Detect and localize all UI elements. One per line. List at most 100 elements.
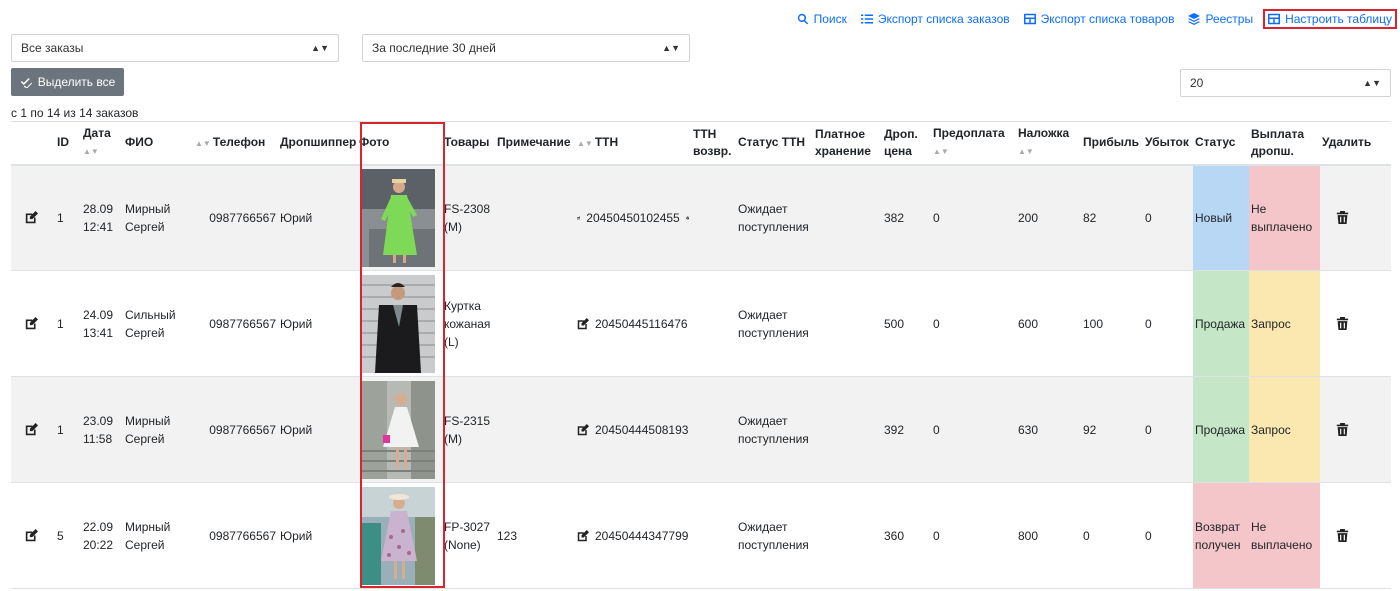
cell-id: 5	[55, 482, 81, 589]
edit-icon[interactable]	[577, 317, 589, 330]
search-link[interactable]: Поиск	[797, 12, 847, 26]
export-goods-link[interactable]: Экспорт списка товаров	[1023, 12, 1174, 26]
list-icon	[860, 14, 873, 24]
col-payout-label-2: дропш.	[1251, 143, 1294, 158]
col-status: Статус	[1193, 121, 1249, 166]
cell-cod: 200	[1016, 164, 1081, 271]
configure-table-link[interactable]: Настроить таблицу	[1263, 9, 1397, 29]
configure-table-label: Настроить таблицу	[1285, 12, 1392, 26]
status-badge[interactable]: Возврат получен	[1193, 482, 1249, 589]
layers-icon	[1188, 13, 1201, 25]
col-id[interactable]: ID	[55, 121, 81, 166]
cell-prepay: 0	[931, 270, 1016, 377]
cell-loss: 0	[1143, 376, 1193, 483]
col-prepay[interactable]: Предоплата ▲▼	[931, 121, 1016, 166]
cell-loss: 0	[1143, 270, 1193, 377]
col-paid-storage-label: Платное	[815, 126, 866, 141]
product-photo[interactable]	[361, 274, 435, 373]
cell-drop-price: 382	[882, 164, 931, 271]
col-cod-label: Наложка	[1018, 126, 1070, 141]
col-select	[11, 121, 55, 166]
payout-badge[interactable]: Запрос	[1249, 376, 1320, 483]
col-drop-price: Дроп. цена	[882, 121, 931, 166]
col-phone[interactable]: ▲▼ Телефон	[193, 121, 278, 166]
sort-icon[interactable]: ▲▼	[195, 135, 211, 152]
edit-icon[interactable]	[577, 529, 589, 542]
col-loss: Убыток	[1143, 121, 1193, 166]
ttn-number: 20450444508193	[595, 422, 689, 437]
col-ttn-return: ТТН возвр.	[691, 121, 736, 166]
col-ttn[interactable]: ▲▼ ТТН	[575, 121, 691, 166]
col-note[interactable]: Примечание	[495, 121, 575, 166]
edit-button[interactable]	[11, 376, 55, 483]
col-paid-storage: Платное хранение	[813, 121, 882, 166]
status-badge[interactable]: Продажа	[1193, 270, 1249, 377]
select-caret-icon: ▲▼	[1363, 78, 1381, 88]
page-size-select[interactable]: 20 ▲▼	[1180, 69, 1391, 97]
col-loss-label: Убыток	[1145, 135, 1189, 150]
product-photo[interactable]	[361, 486, 435, 585]
col-drop-price-label-2: цена	[884, 143, 912, 158]
period-filter-value: За последние 30 дней	[372, 41, 496, 55]
edit-icon	[25, 317, 38, 330]
edit-button[interactable]	[11, 482, 55, 589]
period-filter-select[interactable]: За последние 30 дней ▲▼	[362, 34, 690, 62]
trash-icon	[1336, 211, 1349, 225]
cell-cod: 800	[1016, 482, 1081, 589]
payout-badge[interactable]: Не выплачено	[1249, 164, 1320, 271]
col-goods: Товары	[442, 121, 495, 166]
cell-note	[495, 376, 575, 483]
select-caret-icon: ▲▼	[662, 43, 680, 53]
search-icon	[797, 13, 808, 25]
cell-prepay: 0	[931, 482, 1016, 589]
delete-button[interactable]	[1320, 164, 1391, 271]
edit-button[interactable]	[11, 164, 55, 271]
delete-button[interactable]	[1320, 376, 1391, 483]
product-photo[interactable]	[361, 168, 435, 267]
cell-prepay: 0	[931, 164, 1016, 271]
cell-ttn: 20450445116476	[575, 270, 691, 377]
cell-ttn-return	[691, 376, 736, 483]
col-phone-label: Телефон	[212, 134, 266, 149]
sort-icon[interactable]: ▲▼	[577, 135, 593, 152]
col-payout: Выплата дропш.	[1249, 121, 1320, 166]
cell-paid-storage	[813, 164, 882, 271]
ttn-number: 20450445116476	[595, 316, 688, 331]
payout-badge[interactable]: Не выплачено	[1249, 482, 1320, 589]
delete-button[interactable]	[1320, 270, 1391, 377]
col-dropshipper[interactable]: Дропшиппер	[278, 121, 357, 166]
col-date-label: Дата	[83, 126, 111, 141]
col-date[interactable]: Дата ▲▼	[81, 121, 123, 166]
col-cod[interactable]: Наложка ▲▼	[1016, 121, 1081, 166]
select-all-button[interactable]: Выделить все	[11, 68, 124, 96]
product-photo[interactable]	[361, 380, 435, 479]
col-fio[interactable]: ФИО	[123, 121, 193, 166]
cell-goods: FS-2315 (M)	[442, 376, 495, 483]
orders-filter-select[interactable]: Все заказы ▲▼	[11, 34, 339, 62]
cell-prepay: 0	[931, 376, 1016, 483]
export-orders-link[interactable]: Экспорт списка заказов	[860, 12, 1010, 26]
registers-link[interactable]: Реестры	[1188, 12, 1253, 26]
payout-badge[interactable]: Запрос	[1249, 270, 1320, 377]
edit-icon[interactable]	[577, 423, 589, 436]
ttn-number: 20450444347799	[595, 528, 689, 543]
cell-ttn: 20450444347799	[575, 482, 691, 589]
edit-button[interactable]	[11, 270, 55, 377]
status-badge[interactable]: Продажа	[1193, 376, 1249, 483]
cell-ttn-return	[691, 164, 736, 271]
cell-photo	[357, 164, 442, 271]
cell-paid-storage	[813, 376, 882, 483]
sort-icon[interactable]: ▲▼	[83, 143, 99, 160]
sort-icon[interactable]: ▲▼	[933, 143, 949, 160]
edit-icon[interactable]	[577, 212, 581, 224]
print-icon[interactable]	[685, 212, 689, 224]
sort-icon[interactable]: ▲▼	[1018, 143, 1034, 160]
delete-button[interactable]	[1320, 482, 1391, 589]
cell-fio: Мирный Сергей	[123, 376, 193, 483]
status-badge[interactable]: Новый	[1193, 164, 1249, 271]
cell-ttn: 20450450102455	[575, 164, 691, 271]
cell-phone: 0987766567	[193, 376, 278, 483]
col-ttn-label: ТТН	[594, 134, 619, 149]
search-link-label: Поиск	[813, 12, 847, 26]
cell-fio: Мирный Сергей	[123, 164, 193, 271]
